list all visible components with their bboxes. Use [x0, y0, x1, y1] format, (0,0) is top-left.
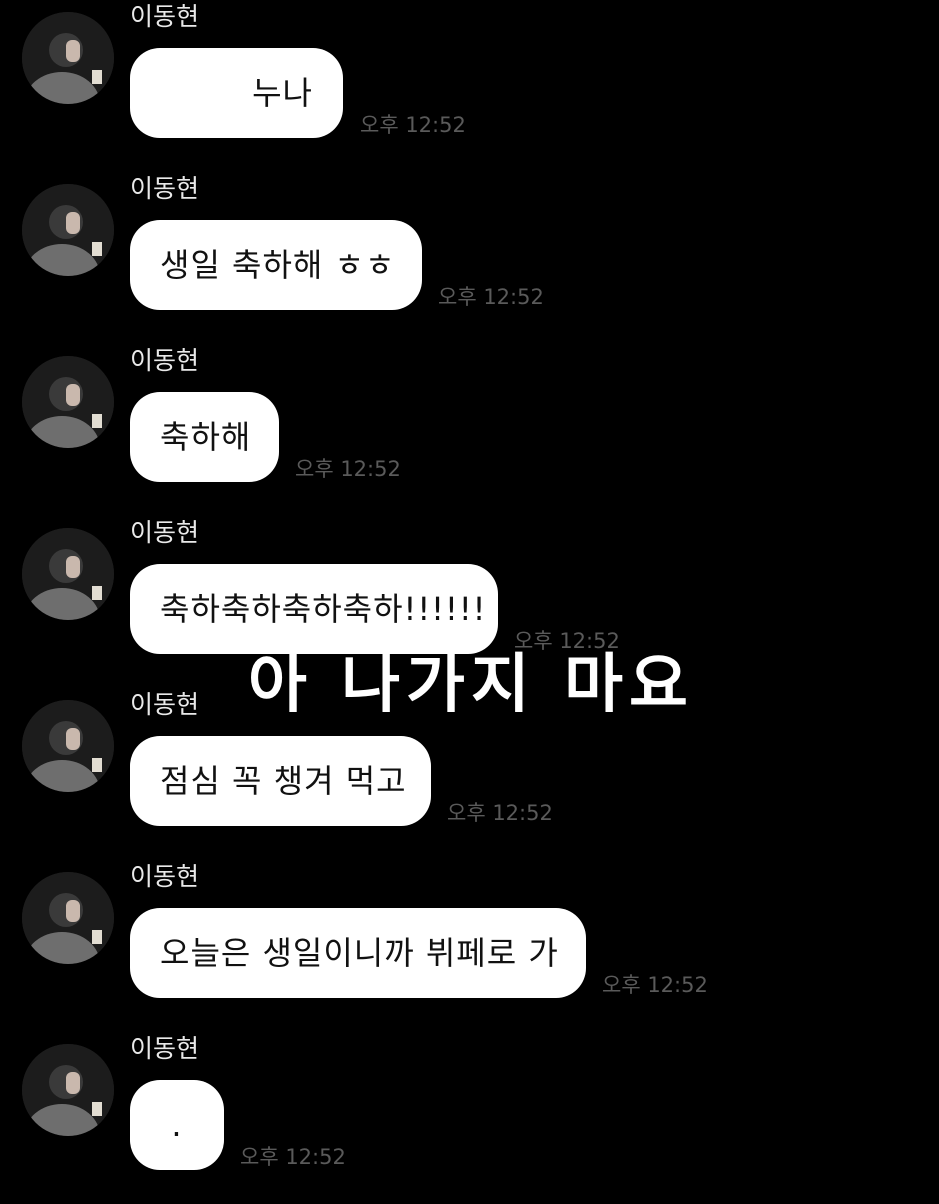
- message-time: 오후 12:52: [447, 801, 553, 825]
- sender-avatar[interactable]: [22, 1044, 114, 1136]
- sender-name: 이동현: [130, 862, 200, 891]
- message-time: 오후 12:52: [438, 285, 544, 309]
- sender-name: 이동현: [130, 1034, 200, 1063]
- sender-name: 이동현: [130, 346, 200, 375]
- overlay-caption: 아 나가지 마요: [248, 648, 694, 722]
- chat-message: 이동현 축하해 오후 12:52: [0, 344, 939, 516]
- sender-avatar[interactable]: [22, 872, 114, 964]
- sender-avatar[interactable]: [22, 356, 114, 448]
- chat-message: 이동현 오늘은 생일이니까 뷔페로 가 오후 12:52: [0, 860, 939, 1032]
- message-bubble[interactable]: .: [130, 1080, 224, 1170]
- sender-name: 이동현: [130, 690, 200, 719]
- sender-avatar[interactable]: [22, 700, 114, 792]
- sender-avatar[interactable]: [22, 12, 114, 104]
- message-time: 오후 12:52: [240, 1145, 346, 1169]
- message-bubble[interactable]: 생일 축하해 ㅎㅎ: [130, 220, 422, 310]
- message-time: 오후 12:52: [602, 973, 708, 997]
- sender-name: 이동현: [130, 2, 200, 31]
- chat-message: 이동현 . 오후 12:52: [0, 1032, 939, 1204]
- message-bubble[interactable]: 누나: [130, 48, 343, 138]
- message-bubble[interactable]: 점심 꼭 챙겨 먹고: [130, 736, 431, 826]
- chat-message: 이동현 누나 오후 12:52: [0, 0, 939, 172]
- chat-message: 이동현 생일 축하해 ㅎㅎ 오후 12:52: [0, 172, 939, 344]
- message-time: 오후 12:52: [360, 113, 466, 137]
- sender-name: 이동현: [130, 518, 200, 547]
- message-bubble[interactable]: 축하해: [130, 392, 279, 482]
- message-bubble[interactable]: 오늘은 생일이니까 뷔페로 가: [130, 908, 586, 998]
- message-time: 오후 12:52: [295, 457, 401, 481]
- sender-avatar[interactable]: [22, 184, 114, 276]
- sender-avatar[interactable]: [22, 528, 114, 620]
- sender-name: 이동현: [130, 174, 200, 203]
- message-bubble[interactable]: 축하축하축하축하!!!!!!: [130, 564, 498, 654]
